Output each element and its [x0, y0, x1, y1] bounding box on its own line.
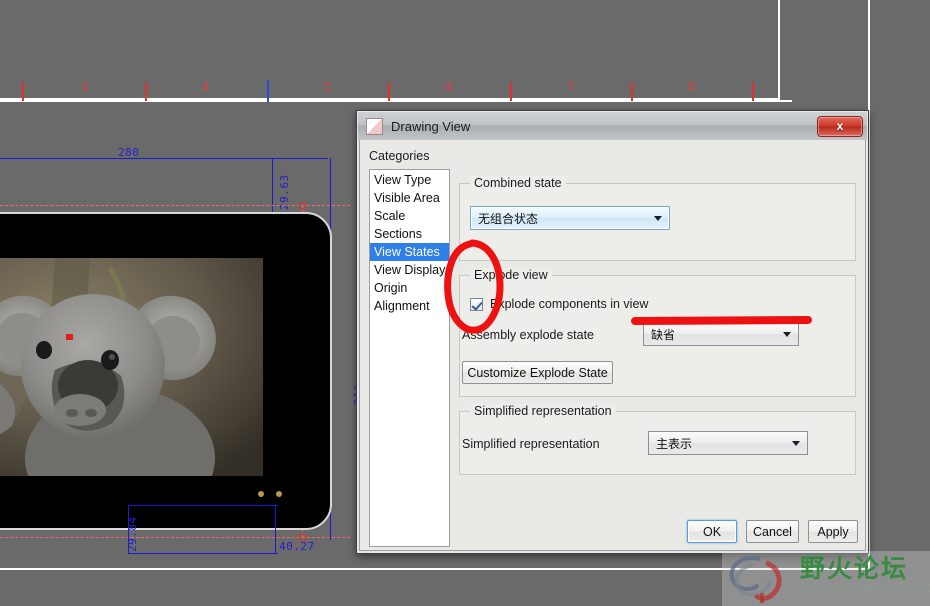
explode-view-legend: Explode view: [470, 268, 552, 282]
categories-list[interactable]: View Type Visible Area Scale Sections Vi…: [369, 169, 450, 547]
combined-state-value: 无组合状态: [478, 211, 539, 226]
watermark-url: www.proewildfire.cn: [802, 579, 930, 596]
sidebar-item-alignment[interactable]: Alignment: [370, 297, 449, 315]
explode-components-checkbox[interactable]: [470, 298, 483, 311]
dialog-titlebar[interactable]: Drawing View x: [358, 112, 867, 140]
drawing-view-dialog[interactable]: Drawing View x Categories View Type Visi…: [356, 110, 869, 554]
simplified-representation-label: Simplified representation: [462, 437, 600, 451]
sidebar-item-scale[interactable]: Scale: [370, 207, 449, 225]
sidebar-item-view-display[interactable]: View Display: [370, 261, 449, 279]
combined-state-group: Combined state 无组合状态: [459, 176, 856, 261]
assembly-explode-state-dropdown[interactable]: 缺省: [643, 322, 799, 346]
sidebar-item-view-states[interactable]: View States: [370, 243, 449, 261]
chevron-down-icon: [792, 441, 800, 446]
chevron-down-icon: [783, 332, 791, 337]
cancel-button[interactable]: Cancel: [746, 520, 799, 543]
sidebar-item-visible-area[interactable]: Visible Area: [370, 189, 449, 207]
sidebar-item-sections[interactable]: Sections: [370, 225, 449, 243]
assembly-explode-state-label: Assembly explode state: [462, 328, 595, 342]
watermark: 野火论坛 www.proewildfire.cn: [722, 551, 930, 606]
simplified-representation-value: 主表示: [656, 436, 693, 451]
sidebar-item-view-type[interactable]: View Type: [370, 171, 449, 189]
simplified-representation-group: Simplified representation Simplified rep…: [459, 404, 856, 475]
watermark-logo-icon: [729, 556, 782, 603]
explode-components-label: Explode components in view: [490, 297, 649, 311]
dialog-body: Categories View Type Visible Area Scale …: [363, 143, 862, 547]
window-icon: [366, 117, 383, 135]
chevron-down-icon: [654, 216, 662, 221]
ok-button[interactable]: OK: [687, 520, 737, 543]
explode-view-group: Explode view Explode components in view …: [459, 268, 856, 397]
close-icon[interactable]: x: [817, 115, 863, 137]
combined-state-dropdown[interactable]: 无组合状态: [470, 206, 670, 230]
dialog-footer: OK Cancel Apply: [687, 520, 858, 543]
sidebar-item-origin[interactable]: Origin: [370, 279, 449, 297]
categories-label: Categories: [369, 149, 430, 163]
combined-state-legend: Combined state: [470, 176, 566, 190]
dialog-title: Drawing View: [391, 118, 471, 134]
apply-button[interactable]: Apply: [808, 520, 858, 543]
simplified-representation-dropdown[interactable]: 主表示: [648, 431, 808, 455]
simplified-representation-legend: Simplified representation: [470, 404, 616, 418]
assembly-explode-state-value: 缺省: [651, 327, 676, 342]
customize-explode-state-button[interactable]: Customize Explode State: [462, 361, 613, 384]
settings-pane: Combined state 无组合状态 Explode view Explod…: [459, 169, 862, 507]
